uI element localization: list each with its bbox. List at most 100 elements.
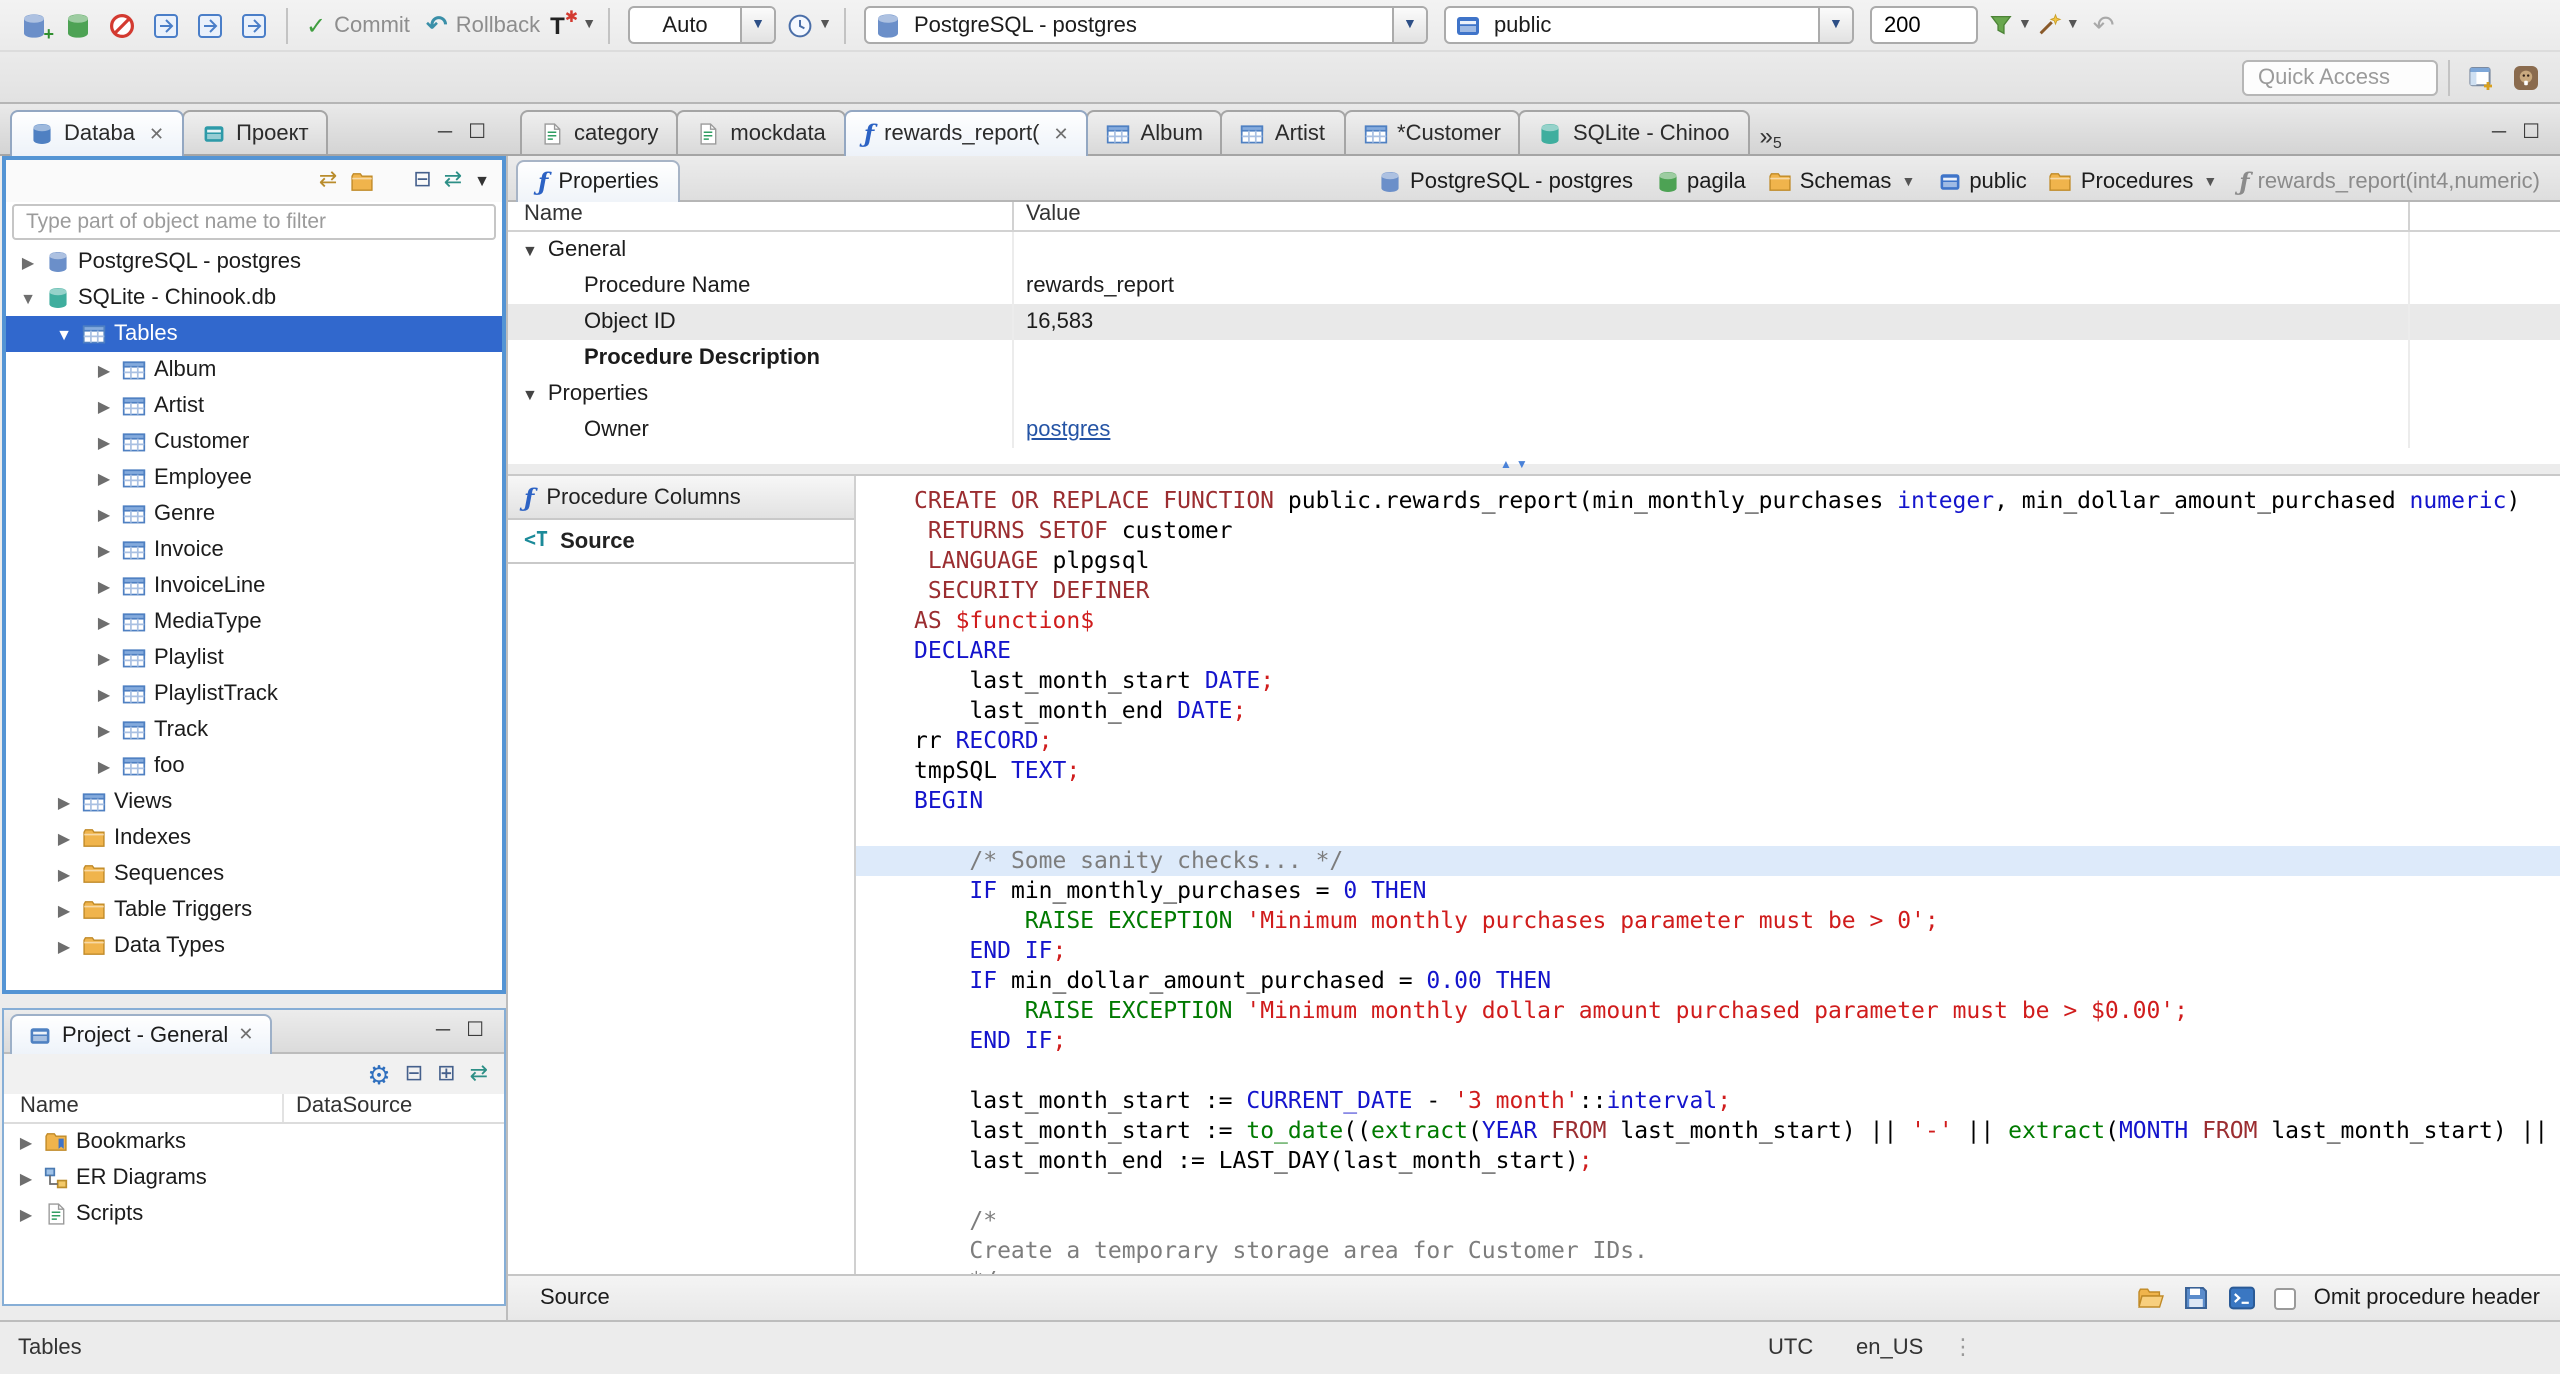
tree-item-table[interactable]: ▶ Customer [6, 424, 502, 460]
tab-projects[interactable]: Проект [182, 110, 329, 154]
tree-item-table-triggers[interactable]: ▶ Table Triggers [6, 892, 502, 928]
chevron-down-icon[interactable]: ▼ [1391, 8, 1426, 42]
collapse-arrow-icon[interactable]: ▼ [54, 325, 74, 343]
property-row-object-id[interactable]: Object ID 16,583 [508, 304, 2560, 340]
new-sql-editor-icon[interactable] [234, 5, 274, 45]
magic-wand-icon[interactable]: ▼ [2036, 5, 2080, 45]
collapse-arrow-icon[interactable]: ▼ [522, 241, 538, 259]
save-icon[interactable] [2182, 1284, 2210, 1312]
collapse-arrow-icon[interactable]: ▼ [18, 289, 38, 307]
splitter-collapse-icons[interactable]: ▲▼ [1500, 460, 1532, 472]
code-line[interactable]: END IF; [856, 1026, 2560, 1056]
expand-arrow-icon[interactable]: ▶ [54, 901, 74, 919]
breadcrumb-item-schema[interactable]: public [1937, 170, 2027, 194]
collapse-arrow-icon[interactable]: ▼ [522, 385, 538, 403]
expand-arrow-icon[interactable]: ▶ [94, 649, 114, 667]
dbeaver-perspective-icon[interactable] [2506, 58, 2546, 98]
expand-arrow-icon[interactable]: ▶ [54, 793, 74, 811]
code-line[interactable]: last_month_start DATE; [856, 666, 2560, 696]
tree-item-table[interactable]: ▶ InvoiceLine [6, 568, 502, 604]
owner-link[interactable]: postgres [1026, 418, 1110, 442]
gear-icon[interactable]: ⚙ [367, 1061, 390, 1087]
tab-properties[interactable]: ƒ Properties [516, 160, 681, 202]
open-sql-script-icon[interactable] [190, 5, 230, 45]
expand-arrow-icon[interactable]: ▶ [16, 1169, 36, 1187]
omit-header-checkbox[interactable] [2273, 1287, 2296, 1309]
expand-arrow-icon[interactable]: ▶ [94, 469, 114, 487]
code-line[interactable]: tmpSQL TEXT; [856, 756, 2560, 786]
property-group-properties[interactable]: ▼ Properties [508, 376, 2560, 412]
open-perspective-icon[interactable] [2462, 58, 2502, 98]
code-line[interactable] [856, 1056, 2560, 1086]
column-header-name[interactable]: Name [4, 1094, 284, 1122]
tree-item-indexes[interactable]: ▶ Indexes [6, 820, 502, 856]
tree-item-table[interactable]: ▶ Playlist [6, 640, 502, 676]
chevron-down-icon[interactable]: ▼ [740, 8, 775, 42]
object-filter-input[interactable] [12, 204, 496, 240]
schema-select[interactable]: public ▼ [1443, 6, 1854, 44]
collapse-all-icon[interactable]: ⊟ [413, 169, 431, 192]
code-line[interactable]: IF min_monthly_purchases = 0 THEN [856, 876, 2560, 906]
tree-item-table[interactable]: ▶ foo [6, 748, 502, 784]
expand-arrow-icon[interactable]: ▶ [54, 865, 74, 883]
tab-album[interactable]: Album [1086, 110, 1223, 154]
expand-arrow-icon[interactable]: ▶ [94, 361, 114, 379]
new-folder-icon[interactable] [349, 169, 373, 193]
expand-arrow-icon[interactable]: ▶ [94, 685, 114, 703]
project-item-bookmarks[interactable]: ▶ Bookmarks [4, 1124, 504, 1160]
breadcrumb-item-schemas[interactable]: Schemas ▼ [1768, 170, 1915, 194]
code-line[interactable]: IF min_dollar_amount_purchased = 0.00 TH… [856, 966, 2560, 996]
column-header-value[interactable]: Value [1014, 202, 2410, 230]
expand-arrow-icon[interactable]: ▶ [94, 613, 114, 631]
timezone-indicator[interactable]: UTC [1768, 1336, 1813, 1360]
code-line[interactable]: */ [856, 1266, 2560, 1274]
expand-arrow-icon[interactable]: ▶ [54, 937, 74, 955]
code-line[interactable]: SECURITY DEFINER [856, 576, 2560, 606]
tab-mockdata[interactable]: mockdata [676, 110, 846, 154]
commit-button[interactable]: ✓ Commit [306, 5, 410, 45]
tree-item-data-types[interactable]: ▶ Data Types [6, 928, 502, 964]
tree-item-postgres-connection[interactable]: ▶ PostgreSQL - postgres [6, 244, 502, 280]
code-line[interactable]: last_month_start := CURRENT_DATE - '3 mo… [856, 1086, 2560, 1116]
commit-mode-select[interactable]: Auto ▼ [628, 6, 777, 44]
code-line[interactable]: last_month_end DATE; [856, 696, 2560, 726]
tree-item-table[interactable]: ▶ Artist [6, 388, 502, 424]
expand-all-icon[interactable]: ⊞ [437, 1062, 455, 1085]
tree-item-table[interactable]: ▶ PlaylistTrack [6, 676, 502, 712]
property-row-procedure-description[interactable]: Procedure Description [508, 340, 2560, 376]
tree-item-tables[interactable]: ▼ Tables [6, 316, 502, 352]
view-menu-icon[interactable]: ▼ [474, 172, 490, 189]
expand-arrow-icon[interactable]: ▶ [16, 1133, 36, 1151]
expand-arrow-icon[interactable]: ▶ [94, 541, 114, 559]
tree-item-table[interactable]: ▶ Track [6, 712, 502, 748]
connection-select[interactable]: PostgreSQL - postgres ▼ [863, 6, 1428, 44]
breadcrumb-item-connection[interactable]: PostgreSQL - postgres [1378, 170, 1633, 194]
code-line[interactable]: END IF; [856, 936, 2560, 966]
code-line[interactable]: /* Some sanity checks... */ [856, 846, 2560, 876]
close-icon[interactable]: ✕ [1053, 123, 1068, 145]
back-icon[interactable]: ↶ [2084, 5, 2124, 45]
connect-icon[interactable] [58, 5, 98, 45]
minimize-icon[interactable]: ─ [436, 1021, 450, 1042]
code-line[interactable]: RAISE EXCEPTION 'Minimum monthly purchas… [856, 906, 2560, 936]
maximize-icon[interactable]: ☐ [466, 1021, 484, 1042]
code-line[interactable]: Create a temporary storage area for Cust… [856, 1236, 2560, 1266]
refresh-icon[interactable]: ⇄ [470, 1062, 488, 1085]
property-row-owner[interactable]: Owner postgres [508, 412, 2560, 448]
tree-item-views[interactable]: ▶ Views [6, 784, 502, 820]
tab-category[interactable]: category [520, 110, 679, 154]
locale-indicator[interactable]: en_US [1856, 1336, 1923, 1360]
breadcrumb-item-procedures[interactable]: Procedures ▼ [2049, 170, 2217, 194]
code-line[interactable]: RAISE EXCEPTION 'Minimum monthly dollar … [856, 996, 2560, 1026]
breadcrumb-item-procedure[interactable]: ƒ rewards_report(int4,numeric) [2239, 170, 2540, 194]
code-line[interactable]: BEGIN [856, 786, 2560, 816]
filters-icon[interactable]: ▼ [1988, 5, 2032, 45]
code-line[interactable]: rr RECORD; [856, 726, 2560, 756]
minimize-icon[interactable]: ─ [2492, 123, 2506, 144]
sql-history-icon[interactable]: ▼ [786, 5, 832, 45]
maximize-icon[interactable]: ☐ [2522, 123, 2540, 144]
property-row-procedure-name[interactable]: Procedure Name rewards_report [508, 268, 2560, 304]
layout-toggle-icon[interactable]: ⇄ [444, 169, 462, 192]
horizontal-splitter[interactable]: ▲▼ [508, 460, 2560, 476]
code-line[interactable]: /* [856, 1206, 2560, 1236]
